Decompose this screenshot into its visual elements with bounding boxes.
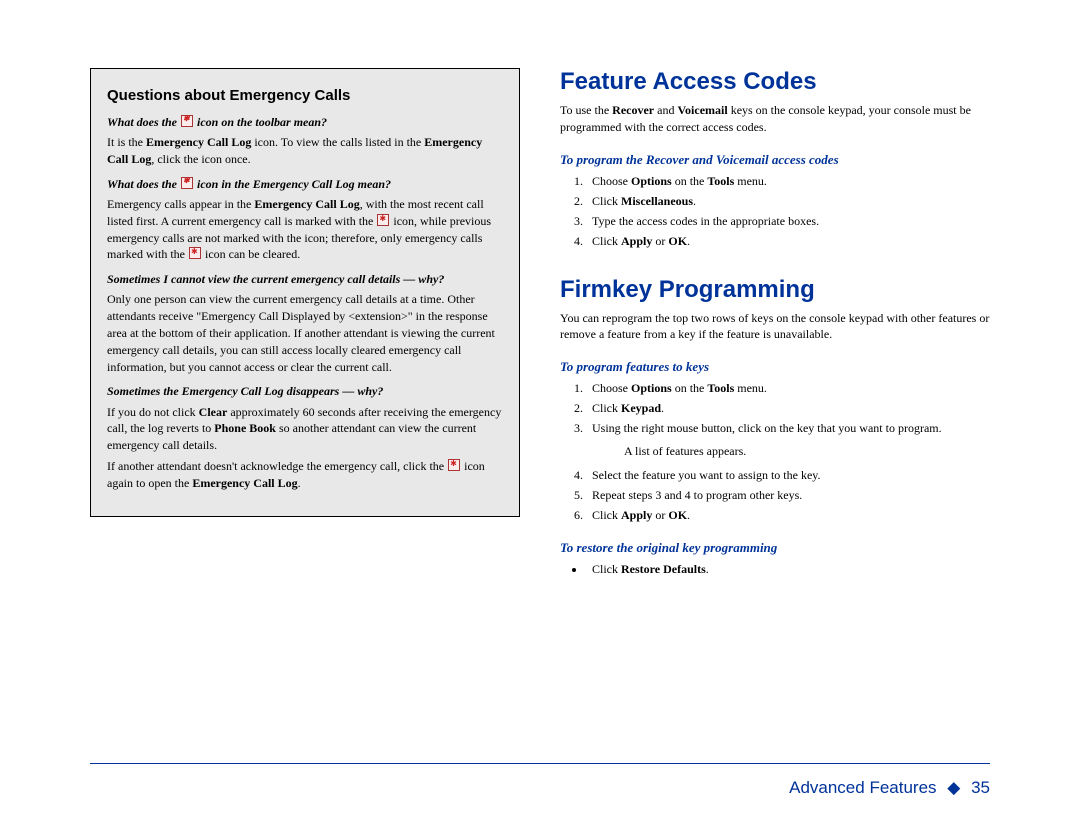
text: Emergency calls appear in the: [107, 197, 251, 211]
footer-rule: [90, 763, 990, 764]
text: icon in the Emergency Call Log mean?: [197, 177, 391, 191]
text: menu.: [737, 174, 767, 188]
bullet-list-restore: Click Restore Defaults.: [560, 560, 990, 578]
text-bold: Tools: [707, 381, 734, 395]
faq-box: Questions about Emergency Calls What doe…: [90, 68, 520, 517]
faq-question-1: What does the icon on the toolbar mean?: [107, 114, 503, 130]
footer-section-label: Advanced Features: [789, 778, 936, 797]
text-bold: Tools: [707, 174, 734, 188]
text: menu.: [737, 381, 767, 395]
document-page: Questions about Emergency Calls What doe…: [0, 0, 1080, 834]
steps-list-2: Choose Options on the Tools menu. Click …: [560, 379, 990, 524]
text-bold: Options: [631, 381, 672, 395]
text: .: [693, 194, 696, 208]
faq-question-2: What does the icon in the Emergency Call…: [107, 176, 503, 192]
text: on the: [675, 174, 705, 188]
list-item: Click Apply or OK.: [586, 232, 990, 250]
faq-answer-1: It is the Emergency Call Log icon. To vi…: [107, 134, 503, 168]
left-column: Questions about Emergency Calls What doe…: [90, 68, 520, 748]
text-bold: Emergency Call Log: [254, 197, 359, 211]
list-item: Choose Options on the Tools menu.: [586, 379, 990, 397]
text: Choose: [592, 381, 628, 395]
text: To use the: [560, 103, 609, 117]
two-column-layout: Questions about Emergency Calls What doe…: [90, 68, 990, 748]
text: and: [657, 103, 674, 117]
faq-answer-4b: If another attendant doesn't acknowledge…: [107, 458, 503, 492]
list-item: Type the access codes in the appropriate…: [586, 212, 990, 230]
faq-answer-4a: If you do not click Clear approximately …: [107, 404, 503, 454]
text: , click the icon once.: [151, 152, 250, 166]
step-note: A list of features appears.: [624, 443, 990, 460]
text: .: [687, 508, 690, 522]
list-item: Click Apply or OK.: [586, 506, 990, 524]
text: on the: [675, 381, 705, 395]
diamond-icon: ◆: [947, 778, 960, 797]
text-bold: Apply: [621, 234, 652, 248]
text-bold: OK: [668, 234, 687, 248]
text-bold: Clear: [199, 405, 228, 419]
text: .: [661, 401, 664, 415]
section-title-feature-access-codes: Feature Access Codes: [560, 68, 990, 96]
text-bold: Apply: [621, 508, 652, 522]
faq-question-4: Sometimes the Emergency Call Log disappe…: [107, 383, 503, 399]
subheading-program-features-to-keys: To program features to keys: [560, 359, 990, 375]
text-bold: Restore Defaults: [621, 562, 706, 576]
emergency-icon: [181, 115, 193, 127]
faq-answer-2: Emergency calls appear in the Emergency …: [107, 196, 503, 263]
list-item: Click Keypad.: [586, 399, 990, 417]
faq-question-3: Sometimes I cannot view the current emer…: [107, 271, 503, 287]
text: or: [655, 508, 665, 522]
text: Choose: [592, 174, 628, 188]
emergency-icon: [448, 459, 460, 471]
steps-list-1: Choose Options on the Tools menu. Click …: [560, 172, 990, 250]
emergency-icon: [189, 247, 201, 259]
text: icon. To view the calls listed in the: [254, 135, 421, 149]
text-bold: Voicemail: [677, 103, 727, 117]
text-bold: Emergency Call Log: [146, 135, 251, 149]
list-item: Click Restore Defaults.: [586, 560, 990, 578]
subheading-program-access-codes: To program the Recover and Voicemail acc…: [560, 152, 990, 168]
list-item: Select the feature you want to assign to…: [586, 466, 990, 484]
text: It is the: [107, 135, 143, 149]
faq-answer-3: Only one person can view the current eme…: [107, 291, 503, 375]
text: What does the: [107, 177, 177, 191]
list-item: Using the right mouse button, click on t…: [586, 419, 990, 460]
page-number: 35: [971, 778, 990, 797]
faq-box-title: Questions about Emergency Calls: [107, 87, 503, 104]
text-bold: Keypad: [621, 401, 661, 415]
section-title-firmkey-programming: Firmkey Programming: [560, 276, 990, 304]
text: icon can be cleared.: [205, 247, 300, 261]
text: .: [687, 234, 690, 248]
section-intro-1: To use the Recover and Voicemail keys on…: [560, 102, 990, 136]
text-bold: Miscellaneous: [621, 194, 693, 208]
text: Click: [592, 194, 618, 208]
list-item: Click Miscellaneous.: [586, 192, 990, 210]
text: Using the right mouse button, click on t…: [592, 421, 942, 435]
text: Click: [592, 508, 618, 522]
text-bold: Options: [631, 174, 672, 188]
text: If another attendant doesn't acknowledge…: [107, 459, 444, 473]
right-column: Feature Access Codes To use the Recover …: [560, 68, 990, 748]
emergency-icon: [377, 214, 389, 226]
text: Click: [592, 234, 618, 248]
list-item: Choose Options on the Tools menu.: [586, 172, 990, 190]
text: or: [655, 234, 665, 248]
page-footer: Advanced Features ◆ 35: [789, 778, 990, 798]
text: Click: [592, 562, 618, 576]
text-bold: Recover: [612, 103, 654, 117]
emergency-icon: [181, 177, 193, 189]
text-bold: OK: [668, 508, 687, 522]
subheading-restore-original: To restore the original key programming: [560, 540, 990, 556]
faq-q1-pre: What does the: [107, 115, 177, 129]
text: .: [706, 562, 709, 576]
section-intro-2: You can reprogram the top two rows of ke…: [560, 310, 990, 344]
text-bold: Emergency Call Log: [192, 476, 297, 490]
text: Click: [592, 401, 618, 415]
text: If you do not click: [107, 405, 196, 419]
list-item: Repeat steps 3 and 4 to program other ke…: [586, 486, 990, 504]
text-bold: Phone Book: [214, 421, 276, 435]
text: .: [298, 476, 301, 490]
faq-q1-post: icon on the toolbar mean?: [197, 115, 327, 129]
